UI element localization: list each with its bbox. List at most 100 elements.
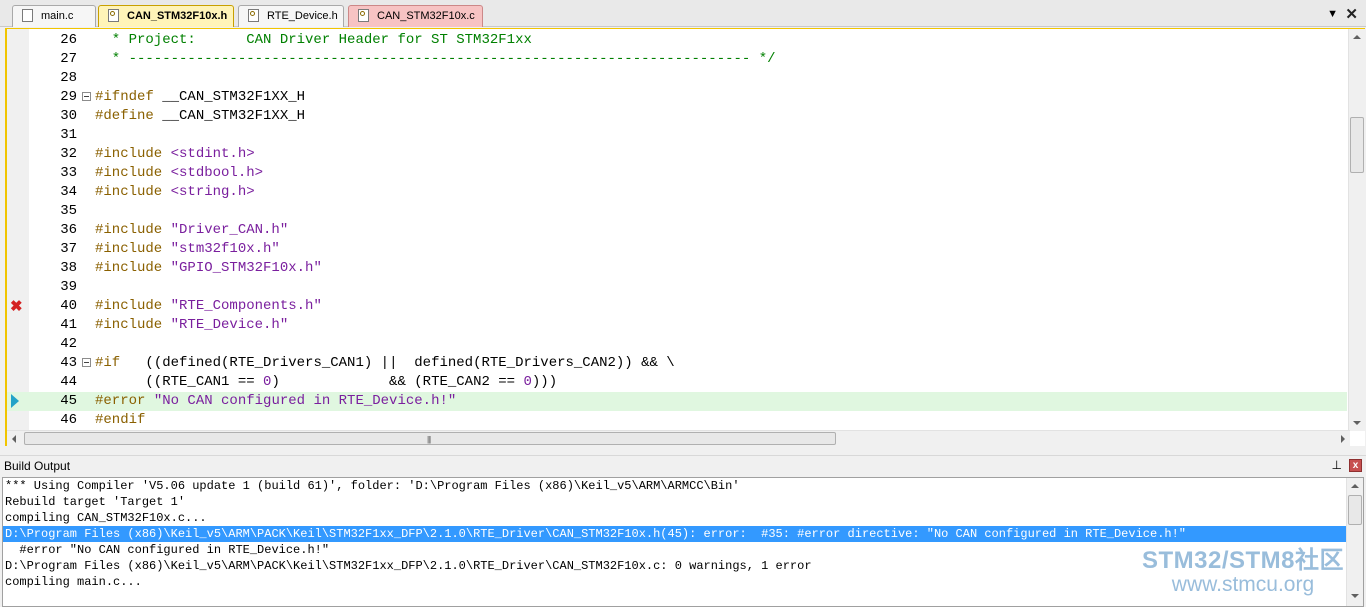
tab-rte-device-h[interactable]: RTE_Device.h: [238, 5, 344, 27]
code-token: "RTE_Components.h": [162, 298, 322, 314]
code-token: ))): [531, 374, 558, 390]
build-output-line[interactable]: Rebuild target 'Target 1': [3, 494, 1348, 510]
line-number: 36: [60, 222, 77, 238]
code-line[interactable]: 46 #endif: [7, 411, 1347, 430]
scroll-down-icon[interactable]: [1351, 594, 1359, 598]
code-line[interactable]: 32 #include <stdint.h>: [7, 145, 1347, 164]
code-line[interactable]: 29 #ifndef __CAN_STM32F1XX_H: [7, 88, 1347, 107]
code-token: #include: [95, 260, 163, 276]
code-line[interactable]: 43 #if ((defined(RTE_Drivers_CAN1) || def…: [7, 354, 1347, 373]
tab-can-stm32f10x-c[interactable]: CAN_STM32F10x.c: [348, 5, 483, 27]
code-text: #include "RTE_Device.h": [95, 316, 288, 335]
code-token: #include: [95, 298, 163, 314]
code-text: * Project: CAN Driver Header for ST STM3…: [95, 31, 532, 50]
code-text: #define __CAN_STM32F1XX_H: [95, 107, 305, 126]
tab-label: RTE_Device.h: [267, 10, 338, 22]
tab-label: CAN_STM32F10x.h: [127, 10, 228, 22]
code-token: #ifndef: [95, 89, 154, 105]
editor-vertical-scrollbar[interactable]: [1348, 29, 1365, 431]
build-output-line-selected[interactable]: D:\Program Files (x86)\Keil_v5\ARM\PACK\…: [3, 526, 1348, 542]
line-number: 46: [60, 412, 77, 428]
code-line[interactable]: 44 ((RTE_CAN1 == 0) && (RTE_CAN2 == 0))): [7, 373, 1347, 392]
code-line[interactable]: 34 #include <string.h>: [7, 183, 1347, 202]
code-line[interactable]: 31: [7, 126, 1347, 145]
code-line[interactable]: 28: [7, 69, 1347, 88]
output-vertical-scrollbar[interactable]: [1346, 478, 1363, 606]
line-number: 40: [60, 298, 77, 314]
code-line[interactable]: 27 * -----------------------------------…: [7, 50, 1347, 69]
code-token: #define: [95, 108, 154, 124]
code-token: "RTE_Device.h": [162, 317, 289, 333]
code-line[interactable]: 39: [7, 278, 1347, 297]
code-text: #error "No CAN configured in RTE_Device.…: [95, 392, 456, 411]
code-line[interactable]: 42: [7, 335, 1347, 354]
code-text: #include "Driver_CAN.h": [95, 221, 288, 240]
tab-main-c[interactable]: main.c: [12, 5, 96, 27]
code-text: #include "GPIO_STM32F10x.h": [95, 259, 322, 278]
code-editor[interactable]: 26 * Project: CAN Driver Header for ST S…: [5, 28, 1365, 446]
line-number: 35: [60, 203, 77, 219]
build-output-title: Build Output: [4, 459, 71, 473]
build-output-line[interactable]: *** Using Compiler 'V5.06 update 1 (buil…: [3, 478, 1348, 494]
build-output-line[interactable]: compiling CAN_STM32F10x.c...: [3, 510, 1348, 526]
line-number: 43: [60, 355, 77, 371]
close-panel-icon[interactable]: x: [1349, 459, 1362, 472]
code-token: ) && (RTE_CAN2 ==: [271, 374, 524, 390]
fold-collapse-icon[interactable]: [82, 92, 91, 101]
code-text: #if ((defined(RTE_Drivers_CAN1) || defin…: [95, 354, 675, 373]
pin-icon[interactable]: ⊥: [1332, 458, 1342, 472]
line-number: 30: [60, 108, 77, 124]
close-tab-icon[interactable]: ✕: [1345, 5, 1358, 23]
code-token: <string.h>: [162, 184, 255, 200]
line-number: 44: [60, 374, 77, 390]
scroll-down-icon[interactable]: [1353, 421, 1361, 425]
code-token: #include: [95, 222, 163, 238]
scroll-up-icon[interactable]: [1351, 484, 1359, 488]
editor-horizontal-scrollbar[interactable]: |||: [7, 430, 1350, 446]
tab-label: main.c: [41, 10, 74, 22]
code-line[interactable]: 36 #include "Driver_CAN.h": [7, 221, 1347, 240]
watermark: STM32/STM8社区 www.stmcu.org: [1142, 548, 1344, 596]
scroll-left-icon[interactable]: [12, 435, 16, 443]
code-text: #ifndef __CAN_STM32F1XX_H: [95, 88, 305, 107]
code-token: "stm32f10x.h": [162, 241, 280, 257]
code-line[interactable]: ✖ 40 #include "RTE_Components.h": [7, 297, 1347, 316]
scrollbar-thumb[interactable]: [1350, 117, 1364, 173]
scrollbar-thumb[interactable]: |||: [24, 432, 836, 445]
code-token: #include: [95, 241, 163, 257]
code-token: #if: [95, 355, 121, 371]
file-icon: [22, 9, 33, 22]
tab-can-stm32f10x-h[interactable]: CAN_STM32F10x.h: [98, 5, 234, 27]
code-token: __CAN_STM32F1XX_H: [153, 89, 306, 105]
code-token: #error: [95, 393, 146, 409]
code-line[interactable]: 33 #include <stdbool.h>: [7, 164, 1347, 183]
code-line[interactable]: 37 #include "stm32f10x.h": [7, 240, 1347, 259]
code-token: #include: [95, 146, 163, 162]
locked-file-icon: [108, 9, 119, 22]
tab-label: CAN_STM32F10x.c: [377, 10, 475, 22]
code-line[interactable]: 38 #include "GPIO_STM32F10x.h": [7, 259, 1347, 278]
fold-collapse-icon[interactable]: [82, 358, 91, 367]
build-output-header: Build Output ⊥ x: [0, 455, 1366, 475]
code-line[interactable]: 45 #error "No CAN configured in RTE_Devic…: [7, 392, 1347, 411]
code-token: * --------------------------------------…: [95, 51, 776, 67]
code-line[interactable]: 30 #define __CAN_STM32F1XX_H: [7, 107, 1347, 126]
line-number: 38: [60, 260, 77, 276]
code-line[interactable]: 26 * Project: CAN Driver Header for ST S…: [7, 31, 1347, 50]
scroll-right-icon[interactable]: [1341, 435, 1345, 443]
scroll-up-icon[interactable]: [1353, 35, 1361, 39]
code-text: #include <string.h>: [95, 183, 255, 202]
code-line[interactable]: 35: [7, 202, 1347, 221]
code-token: "No CAN configured in RTE_Device.h!": [145, 393, 457, 409]
error-x-icon[interactable]: ✖: [10, 297, 23, 316]
grip-icon: |||: [427, 435, 431, 444]
tab-list-dropdown-icon[interactable]: ▼: [1327, 8, 1338, 20]
code-token: #include: [95, 317, 163, 333]
watermark-title: STM32/STM8社区: [1141, 547, 1344, 574]
scrollbar-thumb[interactable]: [1348, 495, 1362, 525]
code-line[interactable]: 41 #include "RTE_Device.h": [7, 316, 1347, 335]
line-number: 32: [60, 146, 77, 162]
editor-tab-bar: main.c CAN_STM32F10x.h RTE_Device.h CAN_…: [0, 0, 1366, 27]
code-text: * --------------------------------------…: [95, 50, 776, 69]
line-number: 33: [60, 165, 77, 181]
